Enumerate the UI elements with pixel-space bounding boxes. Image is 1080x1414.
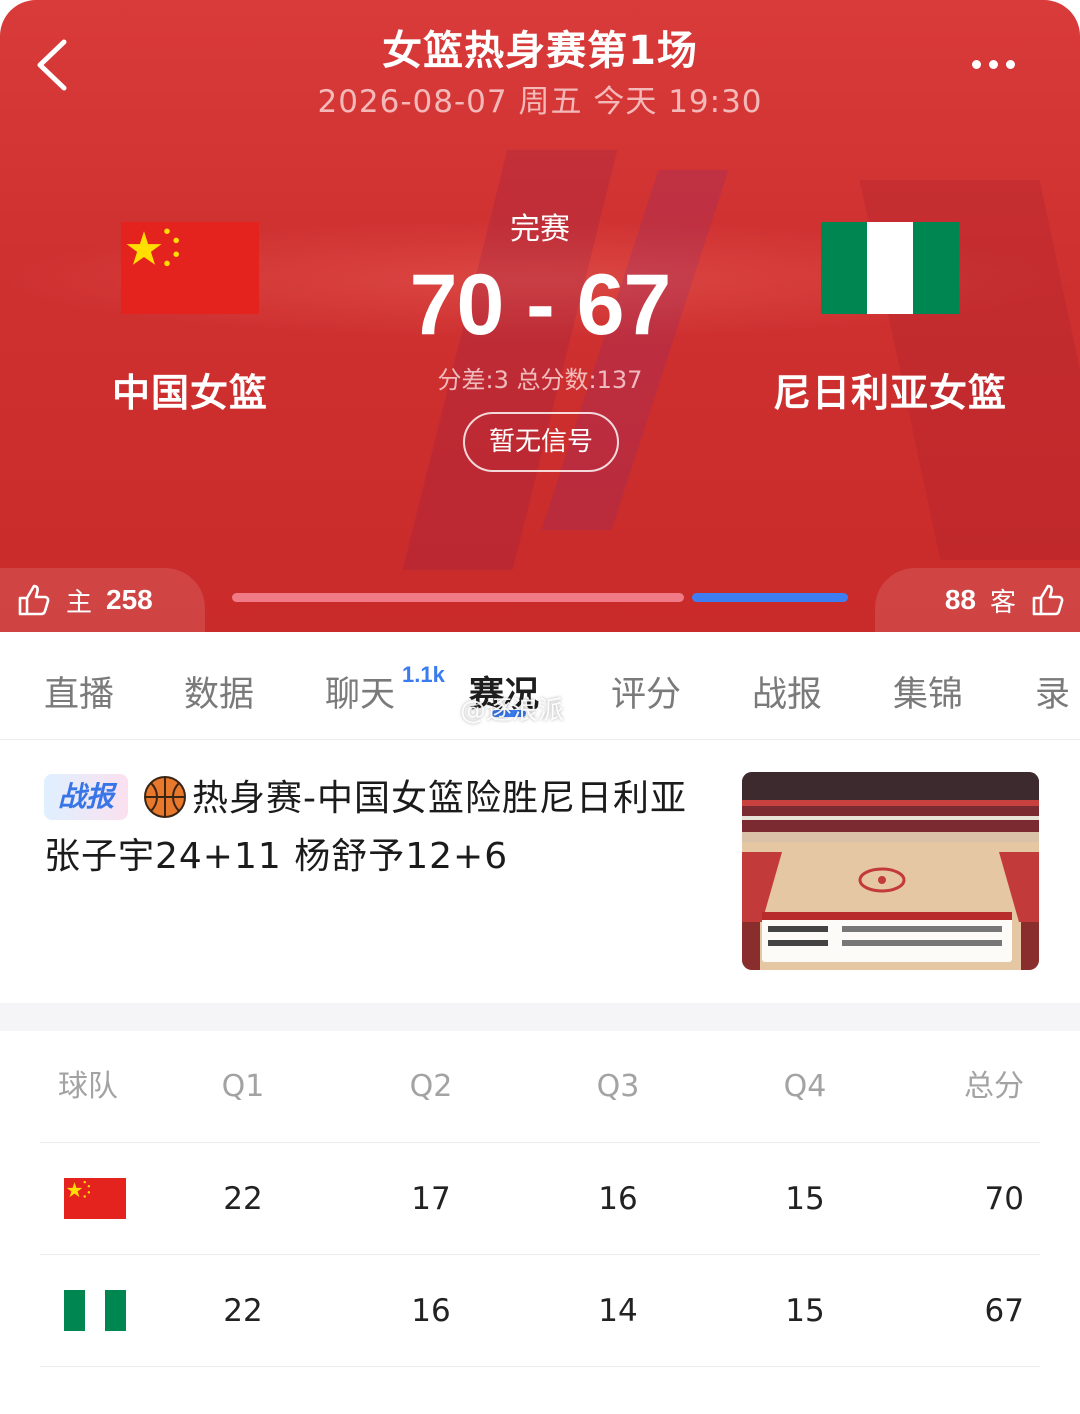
signal-button[interactable]: 暂无信号	[463, 412, 619, 472]
quarter-scoreboard: 球队 Q1 Q2 Q3 Q4 总分 22 17 16 15 70 22 16 1…	[40, 1031, 1040, 1367]
away-support-count: 88	[944, 584, 976, 615]
tab-recording[interactable]: 录	[1035, 666, 1070, 717]
home-q4: 15	[785, 1181, 825, 1217]
thumbs-up-icon	[1030, 582, 1066, 618]
flag-stripe	[105, 1290, 127, 1331]
away-q1: 22	[223, 1293, 263, 1329]
home-support-label: 主	[66, 587, 93, 618]
basketball-icon	[144, 776, 186, 818]
away-q4: 15	[785, 1293, 825, 1329]
tab-ratings[interactable]: 评分	[611, 666, 681, 717]
flag-stripe	[64, 1290, 85, 1331]
china-flag-icon	[64, 1178, 126, 1219]
header-q3: Q3	[596, 1069, 640, 1104]
tab-live[interactable]: 直播	[44, 666, 114, 717]
tab-data[interactable]: 数据	[184, 666, 254, 717]
header-q2: Q2	[409, 1069, 453, 1104]
home-total: 70	[984, 1181, 1024, 1217]
home-q1: 22	[223, 1181, 263, 1217]
home-support-button[interactable]: 主 258	[0, 568, 205, 632]
scoreboard-header: 球队 Q1 Q2 Q3 Q4 总分	[40, 1031, 1040, 1143]
basketball-court-photo	[742, 772, 1039, 970]
score-diff-info: 分差:3 总分数:137	[437, 366, 643, 394]
header-q4: Q4	[783, 1069, 827, 1104]
header-q1: Q1	[221, 1069, 265, 1104]
away-q3: 14	[598, 1293, 638, 1329]
tab-chat[interactable]: 聊天	[325, 666, 395, 717]
away-total: 67	[984, 1293, 1024, 1329]
home-q3: 16	[598, 1181, 638, 1217]
match-score: 70 - 67	[409, 257, 672, 353]
header-team: 球队	[58, 1069, 118, 1104]
away-support-button[interactable]: 88 客	[875, 568, 1080, 632]
page-title: 女篮热身赛第1场	[382, 28, 698, 74]
watermark-text: @逐浪派	[460, 696, 565, 726]
match-status: 完赛	[510, 212, 570, 247]
away-support-bar	[692, 593, 848, 602]
chat-count-badge: 1.1k	[402, 662, 445, 687]
home-support-bar	[232, 593, 684, 602]
nigeria-flag-icon	[64, 1290, 127, 1331]
header-total: 总分	[964, 1069, 1024, 1104]
away-q2: 16	[411, 1293, 451, 1329]
table-row: 22 16 14 15 67	[40, 1255, 1040, 1367]
news-thumbnail[interactable]	[742, 772, 1039, 970]
report-badge: 战报	[44, 774, 128, 820]
table-row: 22 17 16 15 70	[40, 1143, 1040, 1255]
match-header: 女篮热身赛第1场 2026-08-07 周五 今天 19:30 中国女篮 尼日利…	[0, 0, 1080, 632]
tab-report[interactable]: 战报	[752, 666, 822, 717]
thumbs-up-icon	[16, 582, 52, 618]
away-support-label: 客	[989, 587, 1016, 618]
match-datetime: 2026-08-07 周五 今天 19:30	[317, 84, 763, 120]
flag-stripe	[84, 1290, 106, 1331]
home-q2: 17	[411, 1181, 451, 1217]
tab-highlights[interactable]: 集锦	[893, 666, 963, 717]
home-support-count: 258	[106, 584, 153, 615]
section-divider	[0, 1003, 1080, 1031]
